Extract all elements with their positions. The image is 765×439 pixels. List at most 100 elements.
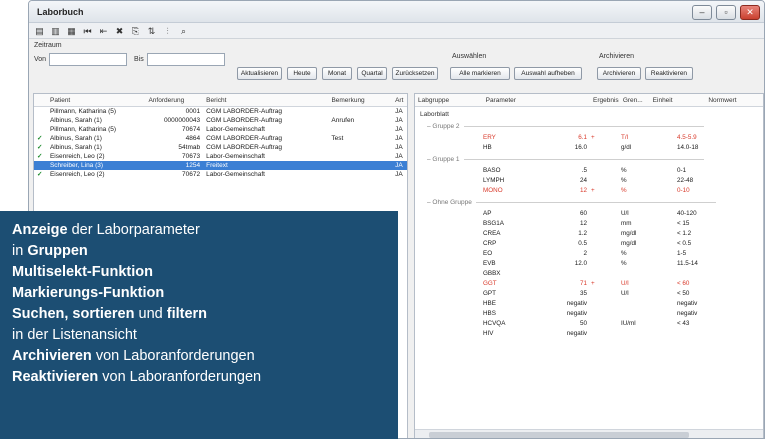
- table-row[interactable]: BASO .5% 0-1: [415, 166, 763, 176]
- bericht-cell: Labor-Gemeinschaft: [206, 171, 265, 178]
- delete-icon[interactable]: ✖: [113, 25, 126, 37]
- col-header-labgruppe[interactable]: Labgruppe: [415, 94, 483, 106]
- heute-button[interactable]: Heute: [287, 67, 317, 80]
- col-header-parameter[interactable]: Parameter: [483, 94, 590, 106]
- anforderung-cell: 70672: [182, 171, 201, 178]
- print-icon[interactable]: ▦: [65, 25, 78, 37]
- alle-markieren-button[interactable]: Alle markieren: [450, 67, 510, 80]
- group-divider: [463, 158, 704, 160]
- laborblatt-label: Laborblatt: [420, 111, 449, 118]
- table-row[interactable]: BSG1A 12 mm < 15: [415, 219, 763, 229]
- table-row[interactable]: ERY 6.1 + T/l 4.5-5.9: [415, 133, 763, 143]
- list-body: Pillmann, Katharina (5) 0001 CGM LABORDER-…: [34, 107, 407, 179]
- col-header-patient[interactable]: Patient: [34, 94, 145, 106]
- table-row[interactable]: Albinus, Sarah (1) 0000000043 CGM LABORDER…: [34, 116, 407, 125]
- norm-cell: < 0.5: [677, 240, 692, 247]
- table-row[interactable]: GBBX: [415, 269, 763, 279]
- table-row[interactable]: HBE negativ negativ: [415, 299, 763, 309]
- flag-cell: +: [591, 280, 595, 287]
- col-header-grenze[interactable]: Gren...: [620, 94, 650, 106]
- col-header-einheit[interactable]: Einheit: [650, 94, 706, 106]
- table-row[interactable]: HCVQA 50 IU/ml < 43: [415, 319, 763, 329]
- table-row[interactable]: EO 2% 1-5: [415, 249, 763, 259]
- param-cell: GBBX: [483, 270, 501, 277]
- norm-cell: negativ: [677, 300, 698, 307]
- param-cell: CRP: [483, 240, 497, 247]
- table-row[interactable]: HIV negativ: [415, 329, 763, 339]
- list-icon[interactable]: ▤: [33, 25, 46, 37]
- col-header-ergebnis[interactable]: Ergebnis: [590, 94, 620, 106]
- param-cell: GPT: [483, 290, 496, 297]
- copy-icon[interactable]: ⎘: [129, 25, 142, 37]
- auswahl-aufheben-button[interactable]: Auswahl aufheben: [514, 67, 582, 80]
- table-row[interactable]: GGT 71 + U/l < 60: [415, 279, 763, 289]
- group-header[interactable]: – Gruppe 2: [415, 120, 763, 133]
- search-icon[interactable]: ⌕: [177, 25, 190, 37]
- bis-date-input[interactable]: [147, 53, 225, 66]
- reaktivieren-button[interactable]: Reaktivieren: [645, 67, 693, 80]
- art-cell: JA: [395, 135, 403, 142]
- report-icon[interactable]: ▥: [49, 25, 62, 37]
- result-cell: 60: [579, 210, 587, 217]
- table-row[interactable]: MONO 12 +% 0-10: [415, 186, 763, 196]
- group-header[interactable]: – Gruppe 1: [415, 153, 763, 166]
- zuruecksetzen-button[interactable]: Zurücksetzen: [392, 67, 438, 80]
- norm-cell: < 60: [677, 280, 690, 287]
- feature-highlight: Reaktivieren: [12, 369, 99, 385]
- table-row[interactable]: ✓ Eisenreich, Leo (2) 70672 Labor-Gemeinsch…: [34, 170, 407, 179]
- sort-icon[interactable]: ⇅: [145, 25, 158, 37]
- table-row[interactable]: CREA 1.2 mg/dl < 1.2: [415, 229, 763, 239]
- result-cell: 50: [579, 320, 587, 327]
- norm-cell: negativ: [677, 310, 698, 317]
- col-header-anforderung[interactable]: Anforderung: [145, 94, 203, 106]
- monat-button[interactable]: Monat: [322, 67, 352, 80]
- group-divider: [463, 125, 704, 127]
- table-row[interactable]: CRP 0.5 mg/dl < 0.5: [415, 239, 763, 249]
- horizontal-scrollbar[interactable]: [415, 429, 763, 438]
- art-cell: JA: [395, 126, 403, 133]
- feature-highlight: Markierungs-Funktion: [12, 285, 165, 301]
- close-button[interactable]: ✕: [740, 5, 760, 20]
- anforderung-cell: 4864: [185, 135, 201, 142]
- table-row[interactable]: EVB 12.0% 11.5-14: [415, 259, 763, 269]
- table-row[interactable]: GPT 35 U/l < 50: [415, 289, 763, 299]
- table-row[interactable]: Schreiber, Lina (3) 1254 Freitext JA: [34, 161, 407, 170]
- table-row[interactable]: ✓ Eisenreich, Leo (2) 70673 Labor-Gemeinsch…: [34, 152, 407, 161]
- first-icon[interactable]: ⏮: [81, 25, 94, 37]
- table-row[interactable]: HBS negativ negativ: [415, 309, 763, 319]
- minimize-button[interactable]: –: [692, 5, 712, 20]
- scrollbar-thumb[interactable]: [429, 432, 689, 438]
- col-header-normwert[interactable]: Normwert: [705, 94, 763, 106]
- maximize-button[interactable]: ▫: [716, 5, 736, 20]
- table-row[interactable]: Pillmann, Katharina (5) 70674 Labor-Gemein…: [34, 125, 407, 134]
- patient-cell: Albinus, Sarah (1): [49, 117, 102, 124]
- unit-cell: U/l: [621, 210, 629, 217]
- prev-icon[interactable]: ⇤: [97, 25, 110, 37]
- table-row[interactable]: HB 16.0 g/dl 14.0-18: [415, 143, 763, 153]
- filter-icon[interactable]: ⫶: [161, 25, 174, 37]
- col-header-bericht[interactable]: Bericht: [203, 94, 328, 106]
- col-header-bemerkung[interactable]: Bemerkung: [328, 94, 392, 106]
- col-header-art[interactable]: Art: [392, 94, 407, 106]
- table-row[interactable]: AP 60 U/l 40-120: [415, 209, 763, 219]
- table-row[interactable]: ✓ Albinus, Sarah (1) 4864 CGM LABORDER-Auft…: [34, 134, 407, 143]
- group-label: Ohne Gruppe: [432, 199, 472, 206]
- table-row[interactable]: ✓ Albinus, Sarah (1) 54tmab CGM LABORDER-Au…: [34, 143, 407, 152]
- archivieren-label: Archivieren: [599, 53, 635, 60]
- patient-cell: Albinus, Sarah (1): [49, 144, 102, 151]
- quartal-button[interactable]: Quartal: [357, 67, 387, 80]
- group-divider: [475, 201, 716, 203]
- table-row[interactable]: Pillmann, Katharina (5) 0001 CGM LABORDER-…: [34, 107, 407, 116]
- archivieren-button[interactable]: Archivieren: [597, 67, 641, 80]
- art-cell: JA: [395, 117, 403, 124]
- table-row[interactable]: LYMPH 24% 22-48: [415, 176, 763, 186]
- group-header[interactable]: – Ohne Gruppe: [415, 196, 763, 209]
- aktualisieren-button[interactable]: Aktualisieren: [237, 67, 282, 80]
- param-cell: HBS: [483, 310, 496, 317]
- art-cell: JA: [395, 171, 403, 178]
- param-cell: HB: [483, 144, 492, 151]
- feature-line: Anzeige der Laborparameter: [12, 220, 398, 241]
- bericht-cell: CGM LABORDER-Auftrag: [206, 135, 282, 142]
- von-date-input[interactable]: [49, 53, 127, 66]
- unit-cell: mm: [621, 220, 632, 227]
